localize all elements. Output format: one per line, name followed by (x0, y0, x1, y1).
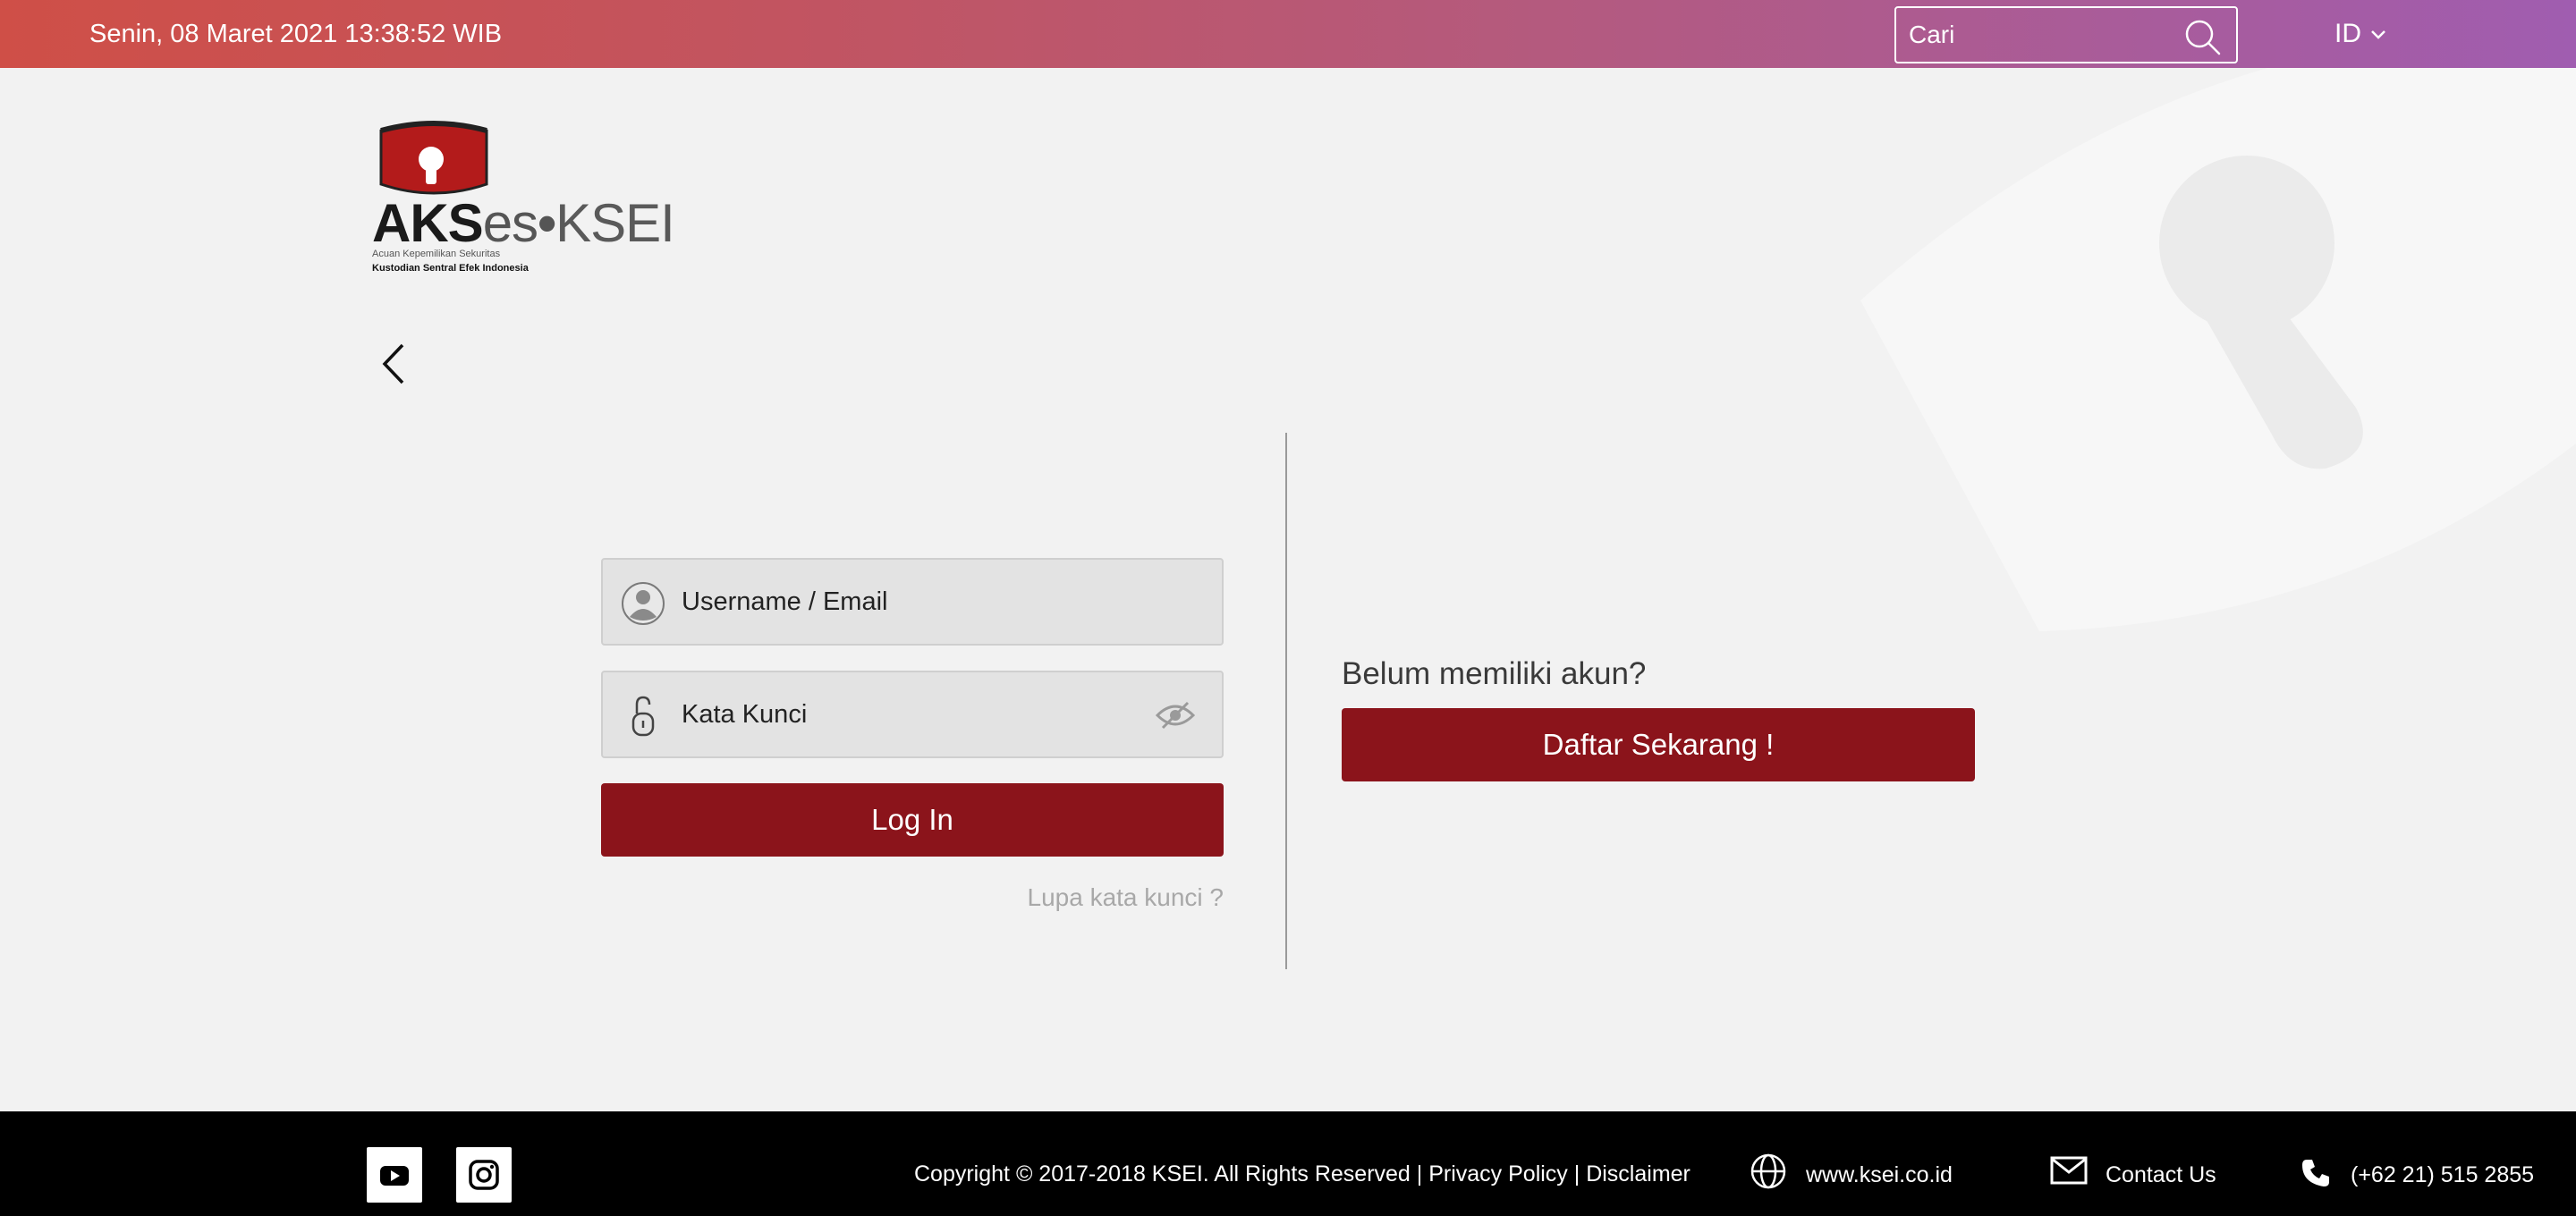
phone-icon (2302, 1160, 2329, 1186)
disclaimer-link[interactable]: Disclaimer (1586, 1161, 1690, 1186)
background-keyhole-decoration (1860, 68, 2576, 631)
lock-icon (631, 696, 655, 737)
logo-tagline: Acuan Kepemilikan Sekuritas (372, 249, 501, 259)
vertical-divider (1285, 433, 1287, 969)
phone-link[interactable]: (+62 21) 515 2855 (2301, 1111, 2560, 1216)
instagram-icon (469, 1160, 499, 1190)
username-field[interactable] (601, 558, 1224, 646)
website-label: www.ksei.co.id (1806, 1162, 1953, 1187)
search-input[interactable] (1909, 8, 2177, 62)
login-button[interactable]: Log In (601, 783, 1224, 857)
search-box[interactable] (1894, 6, 2238, 63)
chevron-down-icon (2371, 30, 2385, 39)
user-icon (622, 582, 665, 625)
copyright-label: Copyright © 2017-2018 KSEI. All Rights R… (914, 1161, 1429, 1186)
youtube-link[interactable] (367, 1147, 422, 1203)
instagram-link[interactable] (456, 1147, 512, 1203)
top-bar: Senin, 08 Maret 2021 13:38:52 WIB ID (0, 0, 2576, 68)
privacy-policy-link[interactable]: Privacy Policy (1428, 1161, 1568, 1186)
register-question: Belum memiliki akun? (1342, 656, 1647, 691)
mail-icon (2050, 1156, 2088, 1185)
password-input[interactable] (682, 672, 1147, 756)
website-link[interactable]: www.ksei.co.id (1750, 1111, 1973, 1216)
footer: Copyright © 2017-2018 KSEI. All Rights R… (0, 1111, 2576, 1216)
search-icon[interactable] (2182, 17, 2222, 56)
phone-label: (+62 21) 515 2855 (2351, 1162, 2535, 1187)
lock-logo-icon (379, 121, 488, 195)
eye-slash-icon[interactable] (1156, 699, 1195, 731)
youtube-icon (380, 1166, 409, 1186)
copyright-text: Copyright © 2017-2018 KSEI. All Rights R… (914, 1111, 1690, 1216)
globe-icon (1750, 1153, 1786, 1189)
language-selector[interactable]: ID (2334, 0, 2386, 68)
akses-ksei-logo: AKSes•KSEI Acuan Kepemilikan Sekuritas K… (372, 120, 694, 277)
register-button[interactable]: Daftar Sekarang ! (1342, 708, 1975, 781)
current-datetime: Senin, 08 Maret 2021 13:38:52 WIB (89, 20, 503, 48)
contact-us-label: Contact Us (2106, 1162, 2216, 1187)
logo-wordmark: AKSes•KSEI (372, 193, 675, 253)
username-input[interactable] (682, 560, 1147, 644)
logo-org-name: Kustodian Sentral Efek Indonesia (372, 263, 529, 274)
contact-us-link[interactable]: Contact Us (2050, 1111, 2238, 1216)
back-arrow-icon[interactable] (376, 340, 415, 388)
footer-separator: | (1567, 1161, 1587, 1186)
forgot-password-link[interactable]: Lupa kata kunci ? (1028, 883, 1224, 912)
language-label: ID (2334, 19, 2361, 48)
password-field[interactable] (601, 671, 1224, 758)
